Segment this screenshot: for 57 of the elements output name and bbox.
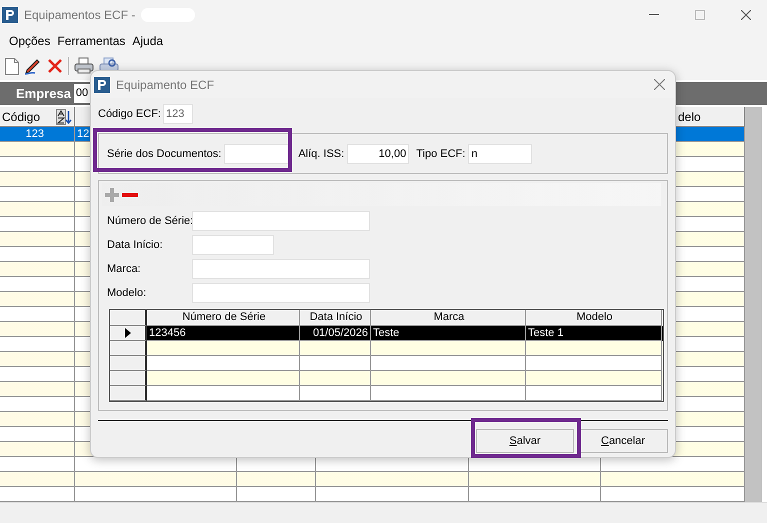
row-indicator[interactable]: [110, 341, 147, 356]
menu-item[interactable]: Ferramentas: [57, 34, 126, 48]
pencil-icon[interactable]: [24, 57, 42, 75]
input-field[interactable]: 10,00: [347, 144, 410, 164]
close-icon[interactable]: [741, 10, 751, 20]
input-field[interactable]: [192, 283, 370, 303]
add-icon[interactable]: [104, 186, 120, 202]
row-indicator[interactable]: [110, 386, 147, 401]
printer-icon[interactable]: [74, 57, 94, 75]
input-field[interactable]: [192, 259, 370, 279]
input-field[interactable]: [192, 211, 370, 231]
column-header[interactable]: Número de Série: [147, 310, 300, 326]
column-header[interactable]: Modelo: [526, 310, 662, 326]
field-label: Tipo ECF:: [416, 148, 466, 160]
row-indicator[interactable]: [110, 356, 147, 371]
table-cell: Teste: [373, 327, 400, 339]
close-icon[interactable]: [654, 79, 665, 90]
app-logo-icon: [94, 76, 110, 92]
minimize-icon[interactable]: [649, 14, 659, 16]
field-label: Alíq. ISS:: [298, 148, 344, 160]
input-field[interactable]: [192, 235, 274, 255]
table-cell-text: 12: [76, 128, 90, 140]
scrollbar[interactable]: [745, 107, 762, 502]
remove-icon[interactable]: [122, 192, 138, 196]
field-label: Número de Série:: [107, 215, 192, 227]
table-row[interactable]: [0, 487, 745, 502]
field-label: Data Início:: [107, 239, 164, 251]
table-cell: 01/05/2026: [312, 327, 368, 339]
row-indicator[interactable]: [110, 326, 147, 341]
row-indicator[interactable]: [110, 371, 147, 386]
menu-item[interactable]: Opções: [9, 34, 50, 48]
filter-label: Empresa: [16, 86, 71, 101]
new-document-icon[interactable]: [5, 58, 19, 74]
input-field[interactable]: n: [468, 144, 532, 164]
row-indicator: [110, 310, 147, 326]
row-pointer-icon: [124, 328, 130, 338]
column-header[interactable]: Data Início: [300, 310, 371, 326]
table-row[interactable]: [0, 457, 745, 472]
table-row[interactable]: [0, 472, 745, 487]
window-title: Equipamentos ECF -: [24, 8, 136, 22]
field-label: Modelo:: [107, 287, 148, 299]
table-cell: 123456: [149, 327, 186, 339]
save-button[interactable]: Salvar: [476, 429, 574, 453]
table-cell: Teste 1: [528, 327, 564, 339]
sort-icon[interactable]: [56, 109, 72, 125]
column-header[interactable]: Código: [0, 110, 40, 124]
column-header[interactable]: delo: [676, 110, 701, 124]
field-label: Marca:: [107, 263, 142, 275]
menu-item[interactable]: Ajuda: [132, 34, 164, 48]
field-label: Código ECF:: [98, 108, 161, 120]
field-label: Série dos Documentos:: [107, 148, 222, 160]
column-header[interactable]: Marca: [371, 310, 526, 326]
dialog-title: Equipamento ECF: [116, 78, 214, 92]
table-cell-text: 123: [24, 127, 45, 141]
delete-icon[interactable]: [47, 58, 63, 74]
table-row[interactable]: 123456 01/05/2026 Teste Teste 1: [110, 326, 663, 341]
cancel-button[interactable]: Cancelar: [578, 429, 668, 453]
